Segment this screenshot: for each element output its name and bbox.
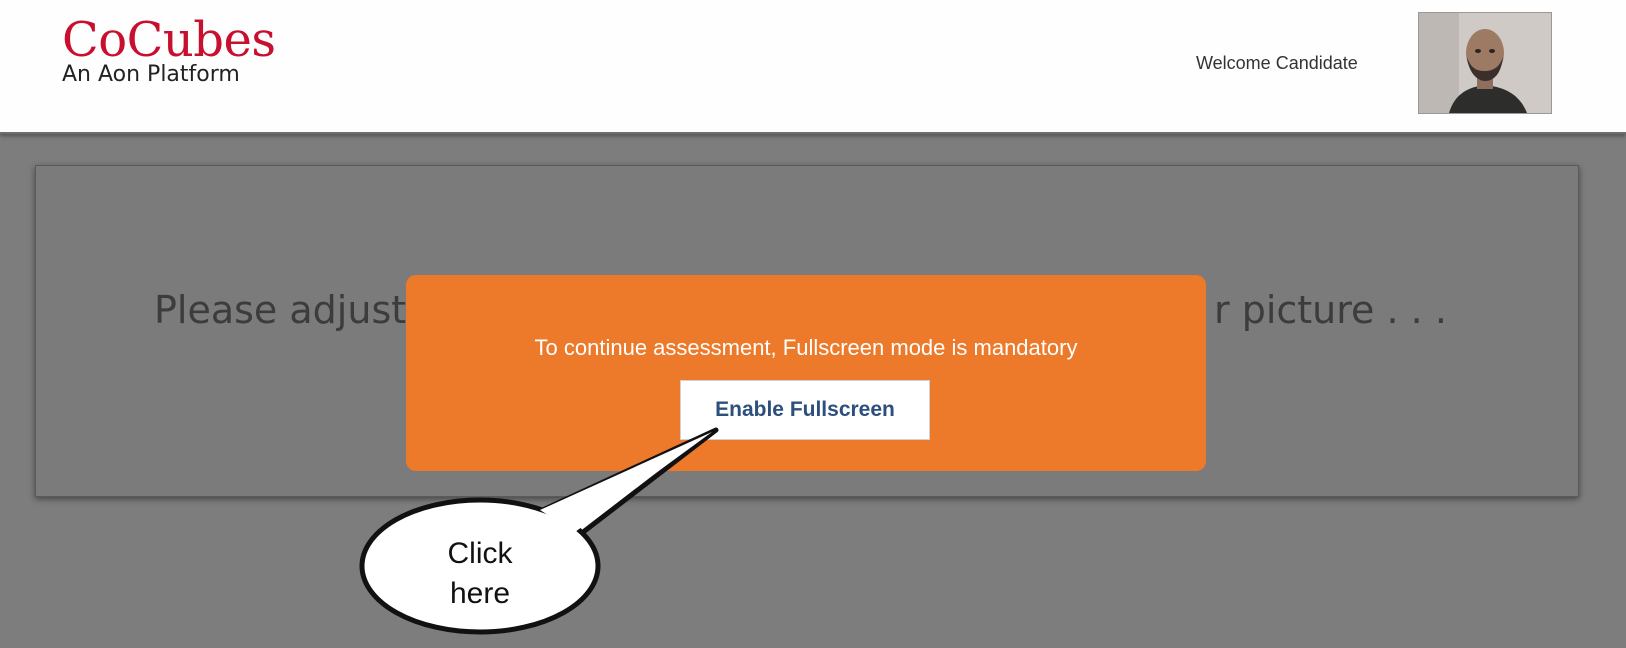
callout-line-1: Click [447, 537, 513, 570]
callout-bubble [359, 427, 719, 635]
callout-line-2: here [449, 577, 511, 610]
callout-text: Click here [430, 534, 530, 614]
page: CoCubes An Aon Platform Welcome Candidat… [0, 0, 1626, 648]
